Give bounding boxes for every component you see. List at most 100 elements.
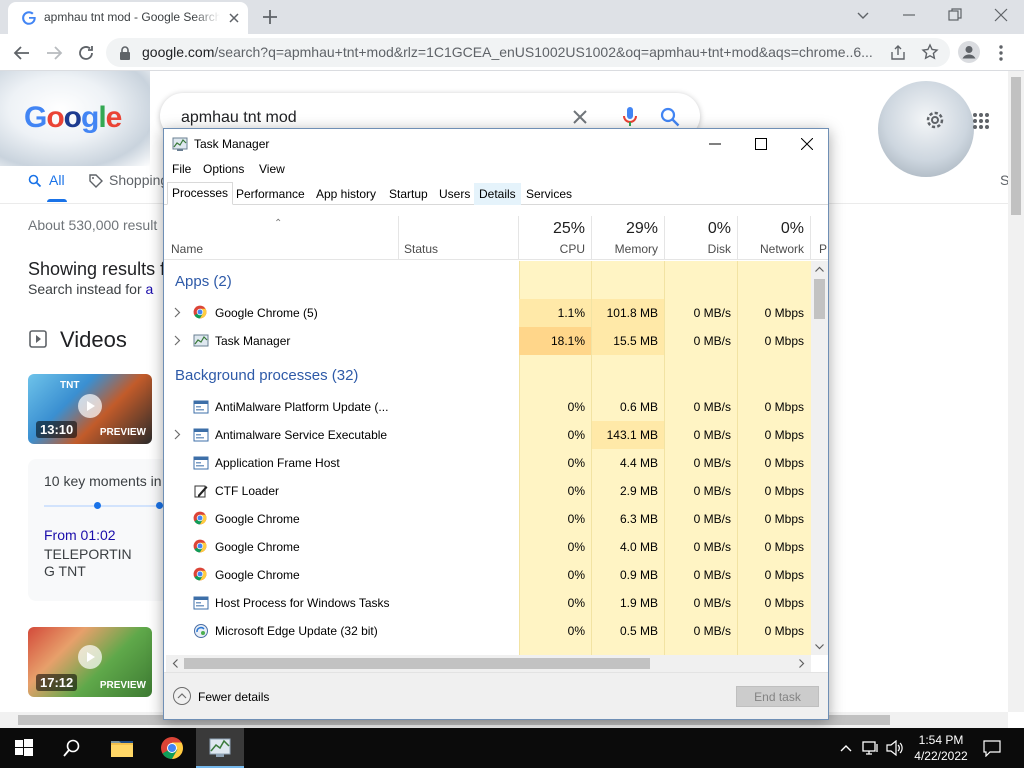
minimize-icon[interactable]: [900, 6, 918, 24]
menu-options[interactable]: Options: [203, 162, 244, 176]
search-icon[interactable]: [660, 107, 680, 127]
col-status[interactable]: Status: [404, 242, 438, 256]
google-logo[interactable]: Google: [24, 101, 122, 135]
process-row[interactable]: Google Chrome 0% 6.3 MB 0 MB/s 0 Mbps: [164, 505, 811, 533]
settings-gear-icon[interactable]: [924, 109, 946, 131]
tab-users[interactable]: Users: [434, 183, 475, 205]
window-app-icon: [193, 427, 209, 443]
process-row[interactable]: Antimalware Service Executable 0% 143.1 MB…: [164, 421, 811, 449]
search-query[interactable]: apmhau tnt mod: [181, 109, 297, 127]
lock-icon[interactable]: [118, 45, 132, 61]
google-tab-shopping[interactable]: Shopping: [109, 172, 168, 188]
process-row[interactable]: Application Frame Host 0% 4.4 MB 0 MB/s 0 Mb…: [164, 449, 811, 477]
scroll-right-icon[interactable]: [799, 659, 805, 668]
file-explorer-icon[interactable]: [98, 728, 146, 768]
menu-file[interactable]: File: [172, 162, 191, 176]
volume-icon[interactable]: [886, 740, 904, 756]
search-instead-link[interactable]: a: [146, 281, 154, 297]
show-hidden-icons-chevron-icon[interactable]: [839, 741, 853, 755]
key-moment-dot[interactable]: [94, 502, 101, 509]
network-icon[interactable]: [862, 740, 880, 756]
col-name[interactable]: Name: [171, 242, 203, 256]
process-row[interactable]: Microsoft Edge Update (32 bit) 0% 0.5 MB 0 …: [164, 617, 811, 645]
scroll-down-icon[interactable]: [815, 644, 824, 650]
google-apps-grid-icon[interactable]: [972, 112, 990, 130]
menu-view[interactable]: View: [259, 162, 285, 176]
tab-startup[interactable]: Startup: [384, 183, 433, 205]
key-moment-dot[interactable]: [156, 502, 163, 509]
tab-processes[interactable]: Processes: [167, 182, 234, 205]
sort-caret-up-icon[interactable]: ⌃: [274, 218, 282, 229]
process-row[interactable]: Task Manager 18.1% 15.5 MB 0 MB/s 0 Mbps: [164, 327, 811, 355]
column-separator[interactable]: [737, 216, 738, 260]
process-row[interactable]: Host Process for Windows Tasks 0% 1.9 MB 0 …: [164, 589, 811, 617]
scroll-left-icon[interactable]: [172, 659, 178, 668]
process-row[interactable]: AntiMalware Platform Update (... 0% 0.6 MB…: [164, 393, 811, 421]
tab-performance[interactable]: Performance: [231, 183, 310, 205]
close-tab-icon[interactable]: [227, 11, 241, 25]
action-center-notification-icon[interactable]: [983, 739, 1001, 757]
share-icon[interactable]: [889, 44, 907, 62]
task-manager-titlebar[interactable]: Task Manager: [164, 129, 828, 159]
taskbar-search-icon[interactable]: [48, 728, 96, 768]
scroll-up-icon[interactable]: [815, 266, 824, 272]
clear-search-icon[interactable]: [571, 108, 589, 126]
start-button[interactable]: [0, 728, 48, 768]
tab-details[interactable]: Details: [474, 183, 521, 205]
tm-close-icon[interactable]: [784, 129, 830, 159]
col-memory[interactable]: Memory: [593, 242, 658, 256]
bookmark-star-icon[interactable]: [921, 43, 939, 61]
col-power-partial[interactable]: P: [819, 242, 827, 256]
profile-avatar-icon[interactable]: [958, 41, 980, 63]
browser-tab-google-search[interactable]: apmhau tnt mod - Google Search: [8, 2, 248, 34]
back-arrow-icon[interactable]: [12, 43, 32, 63]
new-tab-icon[interactable]: [260, 7, 280, 27]
horizontal-scroll-thumb[interactable]: [184, 658, 650, 669]
expand-chevron-right-icon[interactable]: [174, 335, 181, 346]
restore-icon[interactable]: [946, 6, 964, 24]
column-separator[interactable]: [518, 216, 519, 260]
reload-icon[interactable]: [76, 43, 96, 63]
address-bar[interactable]: google.com/search?q=apmhau+tnt+mod&rlz=1…: [106, 38, 950, 67]
tm-maximize-icon[interactable]: [738, 129, 784, 159]
process-row[interactable]: Google Chrome 0% 0.9 MB 0 MB/s 0 Mbps: [164, 561, 811, 589]
moment-timestamp[interactable]: From 01:02: [44, 527, 116, 543]
task-manager-taskbar-icon[interactable]: [196, 728, 244, 768]
vertical-scroll-thumb[interactable]: [814, 279, 825, 319]
video-thumbnail-2[interactable]: 17:12 PREVIEW: [28, 627, 152, 697]
col-network[interactable]: Network: [739, 242, 804, 256]
process-row[interactable]: Google Chrome 0% 4.0 MB 0 MB/s 0 Mbps: [164, 533, 811, 561]
chrome-taskbar-icon[interactable]: [148, 728, 196, 768]
expand-chevron-right-icon[interactable]: [174, 429, 181, 440]
column-separator[interactable]: [810, 216, 811, 260]
page-vertical-scrollbar[interactable]: [1008, 71, 1024, 712]
forward-arrow-icon[interactable]: [44, 43, 64, 63]
page-vertical-scroll-thumb[interactable]: [1011, 77, 1021, 215]
tab-app-history[interactable]: App history: [311, 183, 381, 205]
col-cpu[interactable]: CPU: [520, 242, 585, 256]
chrome-menu-icon[interactable]: [993, 43, 1009, 63]
tab-search-chevron-down-icon[interactable]: [854, 6, 872, 24]
col-disk[interactable]: Disk: [666, 242, 731, 256]
process-row[interactable]: CTF Loader 0% 2.9 MB 0 MB/s 0 Mbps: [164, 477, 811, 505]
process-row[interactable]: Google Chrome (5) 1.1% 101.8 MB 0 MB/s 0 Mbp…: [164, 299, 811, 327]
expand-chevron-right-icon[interactable]: [174, 307, 181, 318]
column-separator[interactable]: [398, 216, 399, 260]
tab-services[interactable]: Services: [521, 183, 577, 205]
google-tab-all[interactable]: All: [47, 172, 67, 202]
video-thumbnail-1[interactable]: TNT 13:10 PREVIEW: [28, 374, 152, 444]
process-list-vertical-scrollbar[interactable]: [811, 261, 828, 655]
column-separator[interactable]: [664, 216, 665, 260]
process-name: Application Frame Host: [215, 456, 340, 470]
fewer-details-link[interactable]: Fewer details: [198, 690, 269, 704]
google-tab-partial[interactable]: S: [1000, 172, 1008, 188]
column-separator[interactable]: [591, 216, 592, 260]
collapse-chevron-up-icon[interactable]: [172, 686, 192, 706]
process-list-horizontal-scrollbar[interactable]: [166, 655, 811, 672]
process-memory: 1.9 MB: [619, 596, 658, 610]
microphone-icon[interactable]: [622, 106, 638, 128]
taskbar-clock[interactable]: 1:54 PM 4/22/2022: [906, 732, 976, 764]
tm-minimize-icon[interactable]: [692, 129, 738, 159]
close-window-icon[interactable]: [992, 6, 1010, 24]
end-task-button[interactable]: End task: [736, 686, 819, 707]
